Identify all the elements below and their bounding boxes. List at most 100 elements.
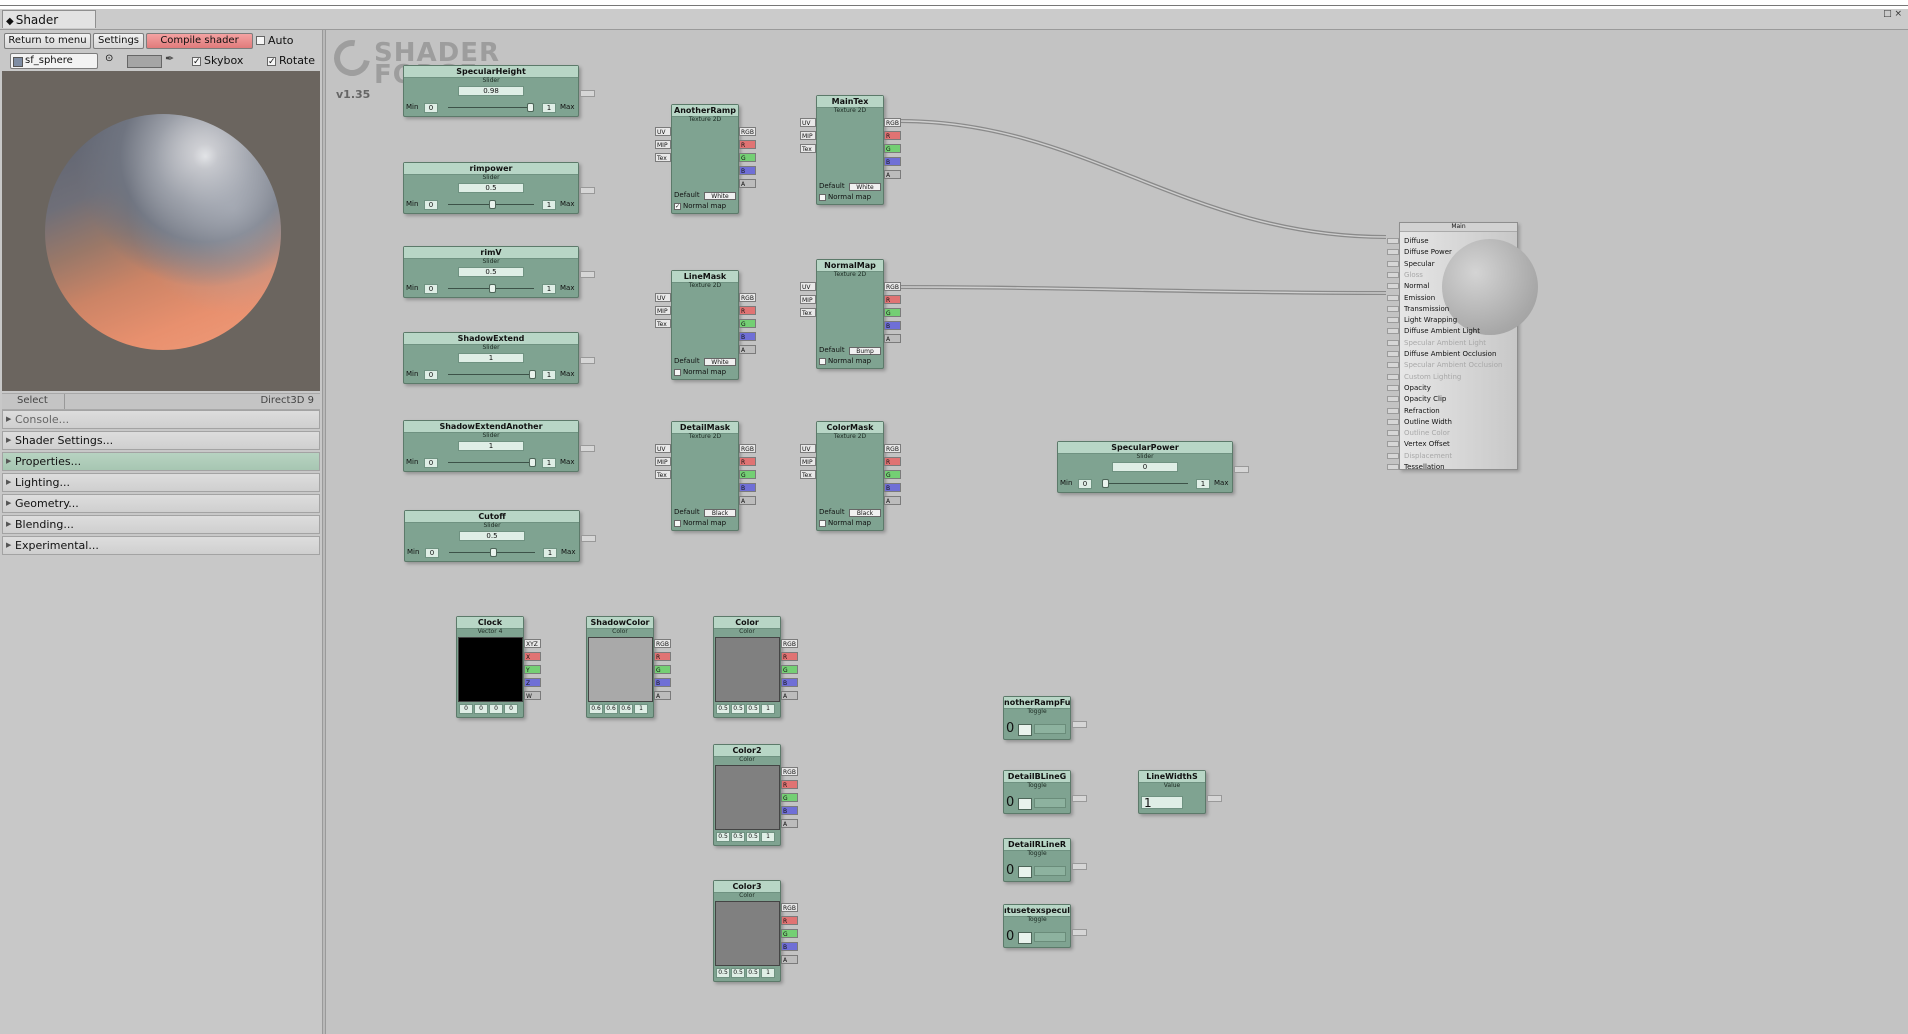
- uv-input-port[interactable]: UV: [800, 282, 816, 291]
- color-node[interactable]: Clock Vector 4 0 0 0 0 XYZ X Y Z W: [456, 616, 541, 718]
- main-input-connector[interactable]: [1387, 249, 1399, 256]
- g-output-port[interactable]: G: [884, 470, 901, 479]
- output-connector[interactable]: [1072, 929, 1087, 936]
- max-value-field[interactable]: 1: [543, 548, 557, 558]
- section-geometry[interactable]: Geometry...: [2, 494, 320, 513]
- slider-thumb[interactable]: [488, 200, 496, 209]
- slider-value-field[interactable]: 0.5: [458, 183, 524, 193]
- b-output-port[interactable]: B: [739, 332, 756, 341]
- r-output-port[interactable]: R: [739, 140, 756, 149]
- r-output-port[interactable]: R: [781, 916, 798, 925]
- channel-value-field[interactable]: 1: [761, 704, 775, 714]
- settings-button[interactable]: Settings: [93, 33, 144, 49]
- slider-value-field[interactable]: 0: [1112, 462, 1178, 472]
- output-connector[interactable]: [580, 90, 595, 97]
- main-input-connector[interactable]: [1387, 317, 1399, 324]
- output-connector[interactable]: [1234, 466, 1249, 473]
- b-output-port[interactable]: B: [739, 166, 756, 175]
- main-input-connector[interactable]: [1387, 464, 1399, 470]
- slider-thumb[interactable]: [488, 284, 496, 293]
- normal-map-checkbox[interactable]: [674, 369, 681, 376]
- value-node[interactable]: LineWidthS Value 1: [1138, 770, 1222, 814]
- channel-value-field[interactable]: 0: [504, 704, 518, 714]
- main-input-connector[interactable]: [1387, 441, 1399, 448]
- tex-input-port[interactable]: Tex: [655, 470, 671, 479]
- g-output-port[interactable]: G: [781, 929, 798, 938]
- select-label[interactable]: Select: [17, 395, 48, 406]
- color-swatch[interactable]: [715, 765, 780, 830]
- mip-input-port[interactable]: MIP: [800, 131, 816, 140]
- mip-input-port[interactable]: MIP: [655, 457, 671, 466]
- color-node[interactable]: Color Color 0.5 0.5 0.5 1 RGB R G B A: [713, 616, 798, 718]
- rgb-output-port[interactable]: RGB: [781, 639, 798, 648]
- rgb-output-port[interactable]: RGB: [884, 444, 901, 453]
- min-value-field[interactable]: 0: [424, 370, 438, 380]
- slider-thumb[interactable]: [489, 548, 497, 557]
- background-color-swatch[interactable]: [127, 55, 162, 68]
- color-swatch[interactable]: [458, 637, 523, 702]
- color-node[interactable]: ShadowColor Color 0.6 0.6 0.6 1 RGB R G B A: [586, 616, 671, 718]
- a-output-port[interactable]: A: [739, 345, 756, 354]
- tex-input-port[interactable]: Tex: [800, 308, 816, 317]
- color-node[interactable]: Color3 Color 0.5 0.5 0.5 1 RGB R G B A: [713, 880, 798, 982]
- slider-value-field[interactable]: 0.5: [458, 267, 524, 277]
- channel-value-field[interactable]: 0.5: [716, 832, 730, 842]
- texture-2d-node[interactable]: LineMask Texture 2D UV MIP Tex RGB R G B A Default…: [655, 270, 756, 380]
- a-output-port[interactable]: A: [884, 170, 901, 179]
- slider-value-field[interactable]: 1: [458, 353, 524, 363]
- main-input-connector[interactable]: [1387, 283, 1399, 290]
- a-output-port[interactable]: A: [739, 496, 756, 505]
- rgb-output-port[interactable]: RGB: [654, 639, 671, 648]
- slider-track[interactable]: [448, 462, 534, 463]
- channel-value-field[interactable]: 0.5: [716, 704, 730, 714]
- max-value-field[interactable]: 1: [542, 200, 556, 210]
- slider-node[interactable]: SpecularHeight Slider 0.98 Min 0 1 Max: [403, 65, 595, 117]
- min-value-field[interactable]: 0: [425, 548, 439, 558]
- channel-value-field[interactable]: 0: [474, 704, 488, 714]
- channel-value-field[interactable]: 0.6: [589, 704, 603, 714]
- channel-value-field[interactable]: 0.6: [619, 704, 633, 714]
- main-output-node[interactable]: Main Diffuse Diffuse Power Specular Gloss Nor…: [1387, 222, 1538, 471]
- max-value-field[interactable]: 1: [542, 103, 556, 113]
- a-output-port[interactable]: A: [781, 955, 798, 964]
- output-connector[interactable]: [1072, 721, 1087, 728]
- main-input-connector[interactable]: [1387, 305, 1399, 312]
- channel-value-field[interactable]: 1: [761, 968, 775, 978]
- mesh-select-field[interactable]: sf_sphere: [10, 53, 98, 69]
- output-connector[interactable]: [1072, 863, 1087, 870]
- main-input-connector[interactable]: [1387, 418, 1399, 425]
- r-output-port[interactable]: R: [739, 457, 756, 466]
- section-shader-settings[interactable]: Shader Settings...: [2, 431, 320, 450]
- uv-input-port[interactable]: UV: [655, 444, 671, 453]
- main-input-connector[interactable]: [1387, 238, 1399, 244]
- window-controls[interactable]: □ ×: [1883, 9, 1902, 19]
- slider-thumb[interactable]: [529, 458, 536, 467]
- default-dropdown[interactable]: White: [849, 183, 881, 191]
- rotate-checkbox[interactable]: ✓: [267, 57, 276, 67]
- rgb-output-port[interactable]: RGB: [884, 282, 901, 291]
- main-input-connector[interactable]: [1387, 328, 1399, 335]
- slider-value-field[interactable]: 0.5: [459, 531, 525, 541]
- mip-input-port[interactable]: MIP: [800, 457, 816, 466]
- slider-track[interactable]: [448, 374, 534, 375]
- channel-value-field[interactable]: 0.5: [746, 704, 760, 714]
- r-output-port[interactable]: R: [884, 295, 901, 304]
- value-field[interactable]: 1: [1141, 796, 1183, 809]
- channel-value-field[interactable]: 1: [634, 704, 648, 714]
- g-output-port[interactable]: G: [884, 144, 901, 153]
- b-output-port[interactable]: B: [739, 483, 756, 492]
- slider-track[interactable]: [448, 107, 534, 108]
- output-connector[interactable]: [580, 187, 595, 194]
- main-input-connector[interactable]: [1387, 384, 1399, 391]
- output-connector[interactable]: [581, 535, 596, 542]
- slider-value-field[interactable]: 1: [458, 441, 524, 451]
- color-swatch[interactable]: [588, 637, 653, 702]
- section-experimental[interactable]: Experimental...: [2, 536, 320, 555]
- slider-track[interactable]: [1102, 483, 1188, 484]
- a-output-port[interactable]: A: [781, 819, 798, 828]
- shader-preview-viewport[interactable]: [2, 71, 320, 391]
- return-to-menu-button[interactable]: Return to menu: [4, 33, 91, 49]
- toggle-node[interactable]: ıtusetexspecul Toggle 0: [1003, 904, 1087, 948]
- min-value-field[interactable]: 0: [1078, 479, 1092, 489]
- g-output-port[interactable]: G: [739, 153, 756, 162]
